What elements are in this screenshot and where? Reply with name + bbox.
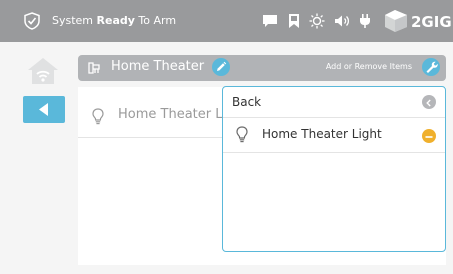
pencil-icon bbox=[217, 61, 227, 71]
shield-check-icon[interactable] bbox=[24, 12, 40, 30]
dropdown-back-button[interactable] bbox=[422, 95, 436, 109]
minus-icon bbox=[425, 136, 433, 138]
status-prefix: System bbox=[52, 14, 97, 27]
room-title: Home Theater bbox=[111, 59, 205, 74]
list-item-label: Home Theater Li bbox=[118, 107, 227, 122]
dropdown-item-label: Home Theater Light bbox=[262, 127, 382, 141]
chevron-left-icon bbox=[426, 99, 431, 107]
status-bar: System Ready To Arm 2GIG bbox=[0, 0, 453, 42]
add-remove-button[interactable] bbox=[422, 58, 440, 76]
room-header: Home Theater Add or Remove Items bbox=[78, 55, 446, 81]
room-icon bbox=[88, 62, 100, 74]
device-dropdown: Back Home Theater Light bbox=[222, 86, 446, 252]
lightbulb-icon bbox=[92, 108, 104, 125]
lightbulb-icon bbox=[236, 126, 248, 143]
plug-icon[interactable] bbox=[358, 13, 372, 29]
edit-room-button[interactable] bbox=[212, 58, 230, 76]
dropdown-item[interactable]: Home Theater Light bbox=[223, 118, 445, 153]
brand-name: 2GIG bbox=[411, 13, 452, 31]
system-status[interactable]: System Ready To Arm bbox=[52, 14, 176, 27]
status-suffix: To Arm bbox=[134, 14, 177, 27]
bookmark-icon[interactable] bbox=[288, 13, 300, 29]
dropdown-back-row[interactable]: Back bbox=[223, 87, 445, 118]
home-wifi-icon[interactable] bbox=[26, 56, 60, 86]
back-arrow-icon bbox=[39, 103, 48, 116]
sun-icon[interactable] bbox=[309, 13, 325, 29]
remove-item-button[interactable] bbox=[422, 129, 436, 143]
speaker-icon[interactable] bbox=[334, 13, 350, 29]
back-button[interactable] bbox=[23, 96, 65, 123]
wrench-icon bbox=[426, 61, 438, 73]
add-remove-label[interactable]: Add or Remove Items bbox=[326, 62, 412, 71]
message-icon[interactable] bbox=[262, 13, 278, 29]
dropdown-back-label[interactable]: Back bbox=[232, 95, 261, 109]
status-bold: Ready bbox=[96, 14, 135, 27]
